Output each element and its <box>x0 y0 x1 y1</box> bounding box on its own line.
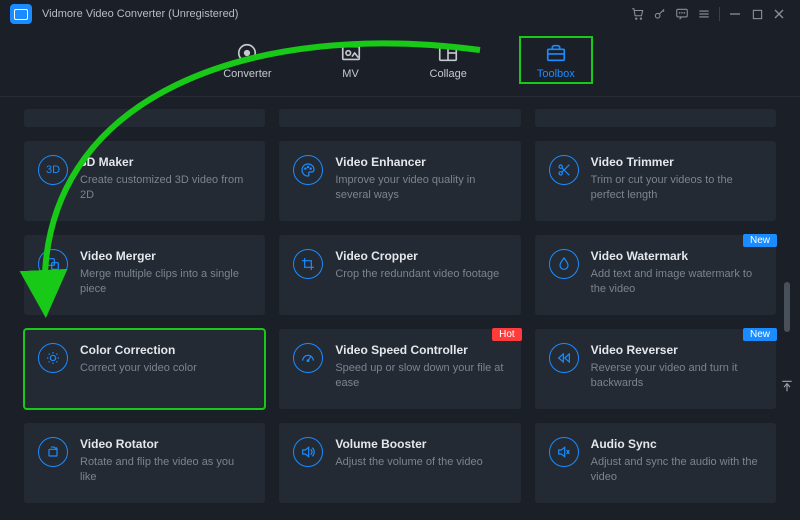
tool-card-video-enhancer[interactable]: Video Enhancer Improve your video qualit… <box>279 141 520 221</box>
card-desc: Improve your video quality in several wa… <box>335 173 506 204</box>
audio-sync-icon <box>549 437 579 467</box>
droplet-icon <box>549 249 579 279</box>
main-tab-bar: Converter MV Collage Toolbox <box>0 28 800 97</box>
tool-card-video-reverser[interactable]: New Video Reverser Reverse your video an… <box>535 329 776 409</box>
tab-collage[interactable]: Collage <box>414 38 483 82</box>
card-title: 3D Maker <box>80 155 251 169</box>
three-d-icon: 3D <box>38 155 68 185</box>
menu-icon[interactable] <box>693 3 715 25</box>
converter-icon <box>236 42 258 64</box>
tab-converter[interactable]: Converter <box>207 38 287 82</box>
gauge-icon <box>293 343 323 373</box>
card-title: Audio Sync <box>591 437 762 451</box>
scrollbar-thumb[interactable] <box>784 282 790 332</box>
card-desc: Adjust and sync the audio with the video <box>591 455 762 486</box>
card-title: Video Reverser <box>591 343 762 357</box>
tool-card-video-cropper[interactable]: Video Cropper Crop the redundant video f… <box>279 235 520 315</box>
scroll-to-top-icon[interactable] <box>779 377 795 395</box>
tool-card-video-rotator[interactable]: Video Rotator Rotate and flip the video … <box>24 423 265 503</box>
maximize-button[interactable] <box>746 3 768 25</box>
card-title: Video Cropper <box>335 249 506 263</box>
card-desc: Trim or cut your videos to the perfect l… <box>591 173 762 204</box>
tab-label: Toolbox <box>537 68 575 80</box>
rewind-icon <box>549 343 579 373</box>
merge-icon <box>38 249 68 279</box>
mv-icon <box>340 42 362 64</box>
tool-card-peek[interactable] <box>535 109 776 127</box>
card-title: Video Speed Controller <box>335 343 506 357</box>
card-title: Video Watermark <box>591 249 762 263</box>
crop-icon <box>293 249 323 279</box>
scissors-icon <box>549 155 579 185</box>
key-icon[interactable] <box>649 3 671 25</box>
palette-icon <box>293 155 323 185</box>
app-logo-icon <box>10 4 32 24</box>
tool-card-video-trimmer[interactable]: Video Trimmer Trim or cut your videos to… <box>535 141 776 221</box>
tool-card-volume-booster[interactable]: Volume Booster Adjust the volume of the … <box>279 423 520 503</box>
card-title: Video Enhancer <box>335 155 506 169</box>
window-title: Vidmore Video Converter (Unregistered) <box>42 8 238 20</box>
rotate-icon <box>38 437 68 467</box>
tab-label: Collage <box>430 68 467 80</box>
card-desc: Create customized 3D video from 2D <box>80 173 251 204</box>
tool-card-color-correction[interactable]: Color Correction Correct your video colo… <box>24 329 265 409</box>
card-desc: Add text and image watermark to the vide… <box>591 267 762 298</box>
badge-hot: Hot <box>492 328 522 341</box>
tool-card-video-watermark[interactable]: New Video Watermark Add text and image w… <box>535 235 776 315</box>
tab-toolbox[interactable]: Toolbox <box>519 36 593 84</box>
close-button[interactable] <box>768 3 790 25</box>
card-desc: Reverse your video and turn it backwards <box>591 361 762 392</box>
tab-label: Converter <box>223 68 271 80</box>
tab-mv[interactable]: MV <box>324 38 378 82</box>
toolbox-content: 3D 3D Maker Create customized 3D video f… <box>0 97 800 520</box>
volume-icon <box>293 437 323 467</box>
badge-new: New <box>743 234 777 247</box>
tool-card-peek[interactable] <box>279 109 520 127</box>
tool-card-video-speed-controller[interactable]: Hot Video Speed Controller Speed up or s… <box>279 329 520 409</box>
tool-card-peek[interactable] <box>24 109 265 127</box>
tool-card-video-merger[interactable]: Video Merger Merge multiple clips into a… <box>24 235 265 315</box>
brightness-icon <box>38 343 68 373</box>
card-title: Color Correction <box>80 343 251 357</box>
cart-icon[interactable] <box>627 3 649 25</box>
card-desc: Merge multiple clips into a single piece <box>80 267 251 298</box>
card-title: Video Merger <box>80 249 251 263</box>
toolbox-icon <box>545 42 567 64</box>
card-title: Video Rotator <box>80 437 251 451</box>
card-desc: Correct your video color <box>80 361 251 376</box>
minimize-button[interactable] <box>724 3 746 25</box>
card-desc: Rotate and flip the video as you like <box>80 455 251 486</box>
tab-label: MV <box>342 68 359 80</box>
card-title: Video Trimmer <box>591 155 762 169</box>
tool-card-audio-sync[interactable]: Audio Sync Adjust and sync the audio wit… <box>535 423 776 503</box>
tool-card-3d-maker[interactable]: 3D 3D Maker Create customized 3D video f… <box>24 141 265 221</box>
badge-new: New <box>743 328 777 341</box>
collage-icon <box>437 42 459 64</box>
feedback-icon[interactable] <box>671 3 693 25</box>
card-desc: Adjust the volume of the video <box>335 455 506 470</box>
card-desc: Speed up or slow down your file at ease <box>335 361 506 392</box>
card-desc: Crop the redundant video footage <box>335 267 506 282</box>
card-title: Volume Booster <box>335 437 506 451</box>
title-bar: Vidmore Video Converter (Unregistered) <box>0 0 800 28</box>
